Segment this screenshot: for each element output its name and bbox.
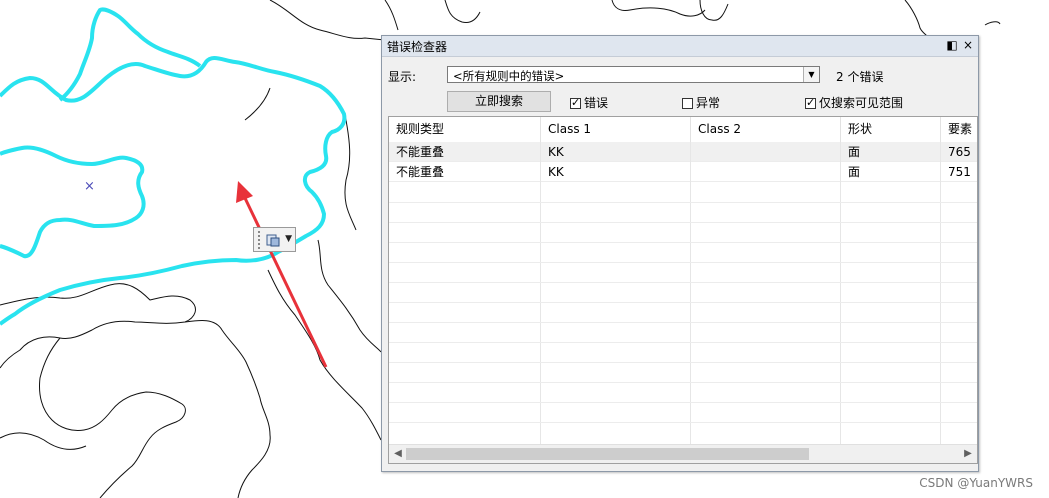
show-label: 显示: — [388, 70, 417, 84]
grid-line — [940, 142, 941, 445]
cell-rule-type: 不能重叠 — [389, 162, 541, 182]
map-boundary-line — [269, 0, 386, 41]
grid-line — [389, 342, 977, 343]
grid-line — [840, 142, 841, 445]
error-inspector-context-button[interactable]: ▼ — [253, 227, 296, 252]
selected-polygon-outline — [58, 7, 202, 102]
table-row[interactable]: 不能重叠 KK 面 765 — [389, 142, 977, 162]
checkbox-checked-icon[interactable]: ✓ — [805, 96, 816, 109]
selected-polygon-outline — [0, 145, 146, 259]
map-boundary-line — [0, 432, 87, 450]
cell-class1: KK — [541, 142, 691, 162]
map-boundary-line — [0, 283, 196, 369]
column-header-shape[interactable]: 形状 — [841, 117, 941, 142]
cell-shape: 面 — [841, 142, 941, 162]
scroll-left-icon[interactable]: ◀ — [391, 447, 405, 461]
toolbar-grip-icon — [258, 231, 260, 249]
scrollbar-thumb[interactable] — [406, 448, 809, 460]
grid-line — [389, 202, 977, 203]
map-boundary-line — [444, 0, 481, 23]
horizontal-scrollbar[interactable]: ◀ ▶ — [389, 444, 977, 463]
table-header: 规则类型 Class 1 Class 2 形状 要素 — [389, 117, 977, 143]
cell-feature: 765 — [941, 142, 977, 162]
checkbox-checked-icon[interactable]: ✓ — [570, 96, 581, 109]
errors-checkbox-label: 错误 — [584, 96, 609, 110]
map-boundary-line — [244, 87, 271, 121]
map-boundary-line — [984, 21, 1001, 26]
window-titlebar[interactable]: 错误检查器 ◧ × — [382, 36, 978, 57]
visible-extent-checkbox[interactable]: ✓ 仅搜索可见范围 — [805, 94, 904, 110]
map-boundary-line — [611, 0, 706, 17]
grid-line — [389, 362, 977, 363]
map-point-marker-icon: × — [84, 179, 95, 194]
visible-extent-checkbox-label: 仅搜索可见范围 — [819, 96, 904, 110]
cell-class2 — [691, 142, 841, 162]
selected-polygon-outline — [0, 55, 347, 326]
cell-feature: 751 — [941, 162, 977, 182]
cell-class1: KK — [541, 162, 691, 182]
window-title: 错误检查器 — [387, 40, 448, 54]
error-inspector-window: 错误检查器 ◧ × 显示: <所有规则中的错误> ▼ 2 个错误 立即搜索 ✓ 错… — [381, 35, 979, 472]
grid-line — [389, 422, 977, 423]
exceptions-checkbox-label: 异常 — [696, 96, 721, 110]
cell-shape: 面 — [841, 162, 941, 182]
close-icon[interactable]: × — [961, 37, 975, 53]
chevron-down-icon[interactable]: ▼ — [803, 67, 819, 82]
error-table: 规则类型 Class 1 Class 2 形状 要素 不能重叠 KK 面 765… — [388, 116, 978, 464]
map-boundary-line — [317, 239, 382, 353]
error-count: 2 个错误 — [836, 70, 884, 84]
table-row[interactable]: 不能重叠 KK 面 751 — [389, 162, 977, 182]
cell-class2 — [691, 162, 841, 182]
red-arrow-annotation — [236, 181, 328, 368]
pin-icon[interactable]: ◧ — [945, 37, 959, 53]
checkbox-unchecked-icon[interactable] — [682, 98, 693, 109]
map-boundary-line — [384, 0, 399, 31]
error-filter-value: <所有规则中的错误> — [453, 69, 565, 83]
grid-line — [389, 222, 977, 223]
error-filter-dropdown[interactable]: <所有规则中的错误> ▼ — [447, 66, 820, 83]
grid-line — [389, 242, 977, 243]
chevron-down-icon: ▼ — [285, 234, 292, 244]
map-boundary-line — [267, 269, 382, 441]
grid-line — [389, 282, 977, 283]
column-header-class2[interactable]: Class 2 — [691, 117, 841, 142]
grid-line — [389, 322, 977, 323]
watermark: CSDN @YuanYWRS — [919, 476, 1033, 490]
map-boundary-line — [39, 337, 186, 498]
map-boundary-line — [699, 0, 729, 21]
search-now-button[interactable]: 立即搜索 — [447, 91, 551, 112]
grid-line — [690, 142, 691, 445]
grid-line — [389, 402, 977, 403]
scroll-right-icon[interactable]: ▶ — [961, 447, 975, 461]
column-header-feature[interactable]: 要素 — [941, 117, 977, 142]
grid-line — [389, 382, 977, 383]
grid-line — [389, 302, 977, 303]
grid-line — [540, 142, 541, 445]
error-inspector-tool-icon — [266, 234, 280, 247]
column-header-rule-type[interactable]: 规则类型 — [389, 117, 541, 142]
map-boundary-line — [344, 114, 357, 231]
grid-line — [389, 262, 977, 263]
map-boundary-line — [184, 319, 271, 498]
column-header-class1[interactable]: Class 1 — [541, 117, 691, 142]
errors-checkbox[interactable]: ✓ 错误 — [570, 94, 609, 110]
exceptions-checkbox[interactable]: 异常 — [682, 94, 721, 110]
cell-rule-type: 不能重叠 — [389, 142, 541, 162]
map-boundary-line — [904, 0, 928, 37]
